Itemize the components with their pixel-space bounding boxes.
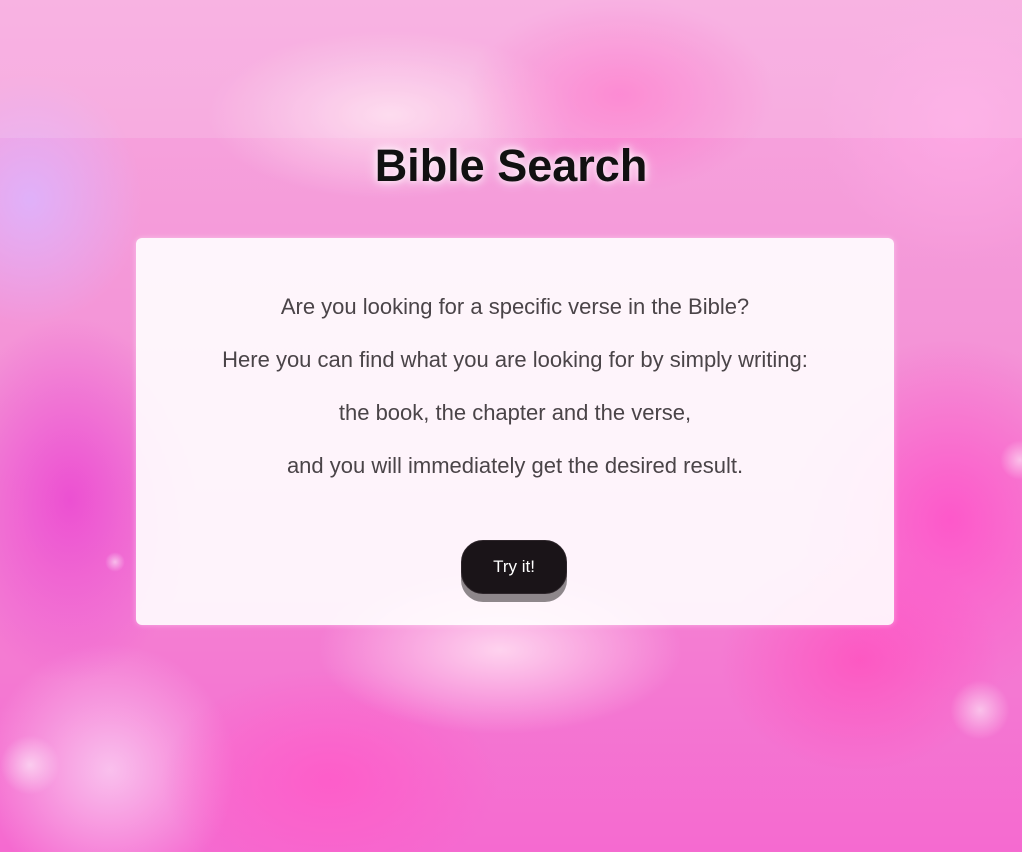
- intro-line-1: Are you looking for a specific verse in …: [280, 294, 750, 319]
- intro-line-3: the book, the chapter and the verse,: [338, 400, 692, 425]
- header-band: [0, 0, 1022, 138]
- try-it-button-wrapper: Try it!: [461, 540, 567, 602]
- try-it-button[interactable]: Try it!: [461, 540, 567, 594]
- intro-card: Are you looking for a specific verse in …: [136, 238, 894, 625]
- intro-line-2: Here you can find what you are looking f…: [222, 347, 808, 372]
- page-title: Bible Search: [374, 140, 648, 191]
- intro-line-4: and you will immediately get the desired…: [286, 453, 744, 478]
